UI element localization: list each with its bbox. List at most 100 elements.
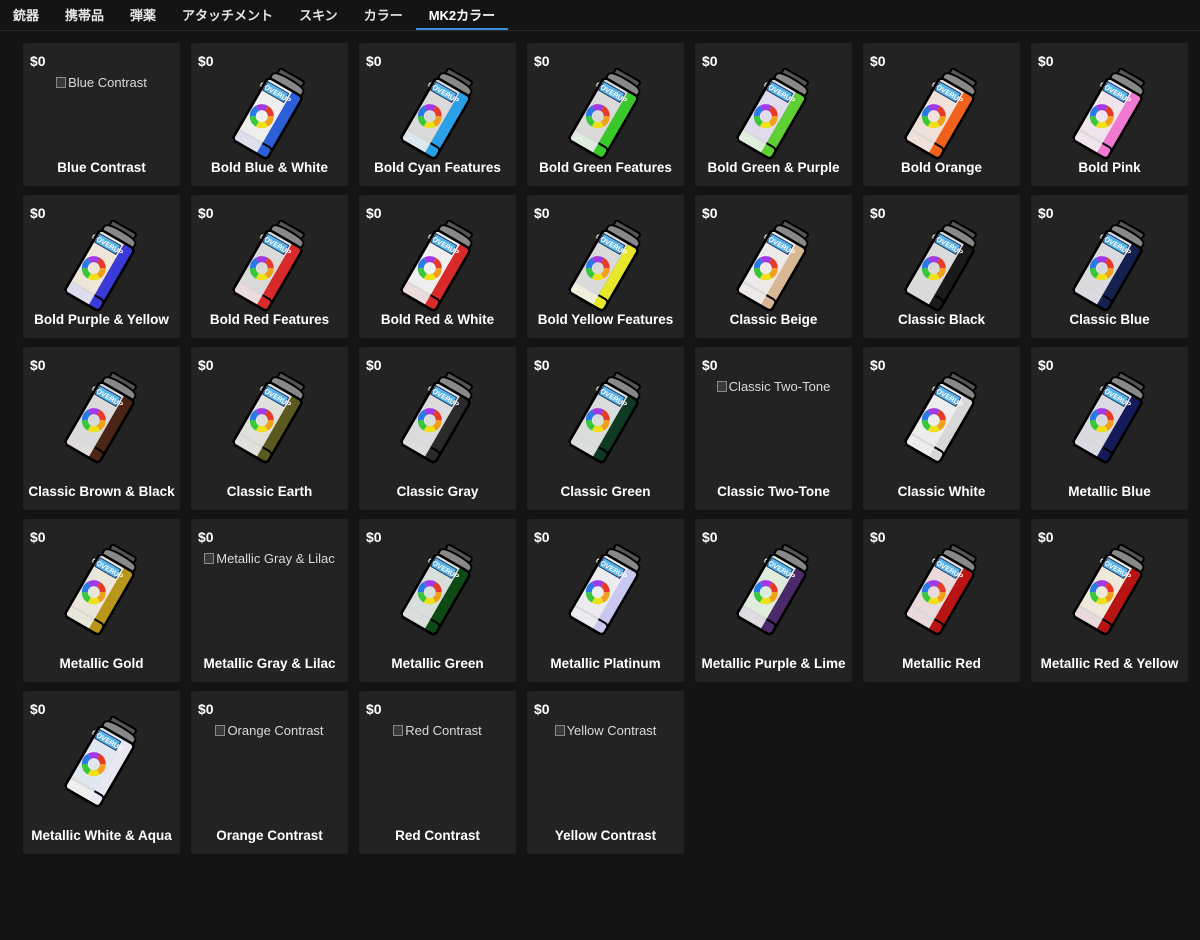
color-item[interactable]: $0 Blue Contrast Blue Contrast — [23, 43, 180, 186]
spray-can-icon: COVERUP — [903, 371, 977, 464]
color-item[interactable]: $0 COVERUP Bold Blue & White — [191, 43, 348, 186]
color-item[interactable]: $0 COVERUP Bold Purple & Yellow — [23, 195, 180, 338]
item-name: Bold Red & White — [380, 312, 495, 327]
item-name: Bold Green & Purple — [707, 160, 840, 175]
item-image: COVERUP — [359, 217, 516, 315]
color-item[interactable]: $0 COVERUP Classic Green — [527, 347, 684, 510]
image-alt-text: Blue Contrast — [68, 75, 147, 90]
color-item[interactable]: $0 COVERUP Metallic White & Aqua — [23, 691, 180, 854]
item-image: COVERUP — [1031, 65, 1188, 163]
color-item[interactable]: $0 COVERUP Metallic Red & Yellow — [1031, 519, 1188, 682]
item-name: Bold Blue & White — [211, 160, 328, 175]
tab-1[interactable]: 携帯品 — [52, 2, 117, 30]
item-name: Bold Yellow Features — [537, 312, 674, 327]
tab-2[interactable]: 弾薬 — [117, 2, 169, 30]
item-image: COVERUP — [695, 217, 852, 315]
color-item[interactable]: $0 COVERUP Bold Yellow Features — [527, 195, 684, 338]
item-image: COVERUP — [695, 65, 852, 163]
item-image: COVERUP — [863, 65, 1020, 163]
broken-image-icon: Blue Contrast — [56, 75, 147, 90]
color-item[interactable]: $0 Yellow Contrast Yellow Contrast — [527, 691, 684, 854]
spray-can-icon: COVERUP — [63, 219, 137, 312]
color-item[interactable]: $0 Orange Contrast Orange Contrast — [191, 691, 348, 854]
item-image: COVERUP — [527, 65, 684, 163]
item-name: Metallic White & Aqua — [31, 828, 172, 843]
color-item[interactable]: $0 COVERUP Classic Brown & Black — [23, 347, 180, 510]
item-image: COVERUP — [1031, 541, 1188, 639]
spray-can-icon: COVERUP — [735, 67, 809, 160]
item-image: COVERUP — [1031, 217, 1188, 315]
color-item[interactable]: $0 COVERUP Metallic Platinum — [527, 519, 684, 682]
item-name: Bold Purple & Yellow — [34, 312, 169, 327]
color-item[interactable]: $0 COVERUP Bold Green Features — [527, 43, 684, 186]
image-alt-text: Metallic Gray & Lilac — [216, 551, 335, 566]
color-item[interactable]: $0 COVERUP Bold Cyan Features — [359, 43, 516, 186]
item-name: Bold Green Features — [539, 160, 672, 175]
tab-4[interactable]: スキン — [286, 2, 351, 30]
tab-3[interactable]: アタッチメント — [169, 2, 286, 30]
item-name: Metallic Gold — [59, 656, 144, 671]
item-image: Blue Contrast — [23, 65, 180, 90]
spray-can-icon: COVERUP — [567, 67, 641, 160]
color-item[interactable]: $0 COVERUP Bold Red Features — [191, 195, 348, 338]
spray-can-icon: COVERUP — [1071, 543, 1145, 636]
item-name: Metallic Blue — [1068, 484, 1151, 499]
color-item[interactable]: $0 COVERUP Metallic Green — [359, 519, 516, 682]
spray-can-icon: COVERUP — [399, 543, 473, 636]
color-item[interactable]: $0 COVERUP Classic Black — [863, 195, 1020, 338]
tab-6[interactable]: MK2カラー — [415, 2, 509, 30]
color-item[interactable]: $0 COVERUP Metallic Blue — [1031, 347, 1188, 510]
item-image: COVERUP — [863, 541, 1020, 639]
item-image: COVERUP — [527, 369, 684, 467]
item-name: Metallic Gray & Lilac — [203, 656, 336, 671]
color-grid: $0 Blue Contrast Blue Contrast $0 COVERUP B… — [23, 43, 1188, 854]
spray-can-icon: COVERUP — [735, 543, 809, 636]
spray-can-icon: COVERUP — [903, 67, 977, 160]
tab-5[interactable]: カラー — [351, 2, 416, 30]
item-name: Classic Earth — [226, 484, 313, 499]
color-item[interactable]: $0 Red Contrast Red Contrast — [359, 691, 516, 854]
spray-can-icon: COVERUP — [231, 67, 305, 160]
image-alt-text: Classic Two-Tone — [728, 379, 831, 394]
tab-0[interactable]: 銃器 — [0, 2, 52, 30]
broken-image-glyph — [393, 725, 404, 736]
color-item[interactable]: $0 COVERUP Classic White — [863, 347, 1020, 510]
color-item[interactable]: $0 COVERUP Bold Orange — [863, 43, 1020, 186]
spray-can-icon: COVERUP — [231, 219, 305, 312]
color-item[interactable]: $0 COVERUP Classic Earth — [191, 347, 348, 510]
item-name: Bold Red Features — [209, 312, 330, 327]
item-image: Metallic Gray & Lilac — [191, 541, 348, 566]
item-image: COVERUP — [23, 713, 180, 811]
item-name: Classic Brown & Black — [28, 484, 175, 499]
color-item[interactable]: $0 COVERUP Metallic Gold — [23, 519, 180, 682]
color-item[interactable]: $0 COVERUP Metallic Purple & Lime — [695, 519, 852, 682]
image-alt-text: Orange Contrast — [227, 723, 324, 738]
spray-can-icon: COVERUP — [63, 371, 137, 464]
spray-can-icon: COVERUP — [231, 371, 305, 464]
item-name: Blue Contrast — [57, 160, 146, 175]
color-item[interactable]: $0 COVERUP Metallic Red — [863, 519, 1020, 682]
color-item[interactable]: $0 Metallic Gray & Lilac Metallic Gray & L… — [191, 519, 348, 682]
item-name: Bold Orange — [900, 160, 982, 175]
image-alt-text: Yellow Contrast — [566, 723, 657, 738]
spray-can-icon: COVERUP — [63, 715, 137, 808]
item-image: Classic Two-Tone — [695, 369, 852, 394]
color-item[interactable]: $0 COVERUP Bold Pink — [1031, 43, 1188, 186]
color-item[interactable]: $0 COVERUP Bold Red & White — [359, 195, 516, 338]
color-item[interactable]: $0 COVERUP Classic Beige — [695, 195, 852, 338]
spray-can-icon: COVERUP — [903, 543, 977, 636]
color-item[interactable]: $0 Classic Two-Tone Classic Two-Tone — [695, 347, 852, 510]
spray-can-icon: COVERUP — [735, 219, 809, 312]
spray-can-icon: COVERUP — [567, 543, 641, 636]
item-image: COVERUP — [359, 541, 516, 639]
item-name: Metallic Green — [391, 656, 484, 671]
color-item[interactable]: $0 COVERUP Classic Gray — [359, 347, 516, 510]
color-item[interactable]: $0 COVERUP Classic Blue — [1031, 195, 1188, 338]
broken-image-glyph — [204, 553, 215, 564]
item-image: COVERUP — [863, 217, 1020, 315]
broken-image-icon: Yellow Contrast — [554, 723, 657, 738]
item-name: Metallic Purple & Lime — [701, 656, 846, 671]
item-image: COVERUP — [695, 541, 852, 639]
item-name: Yellow Contrast — [554, 828, 657, 843]
color-item[interactable]: $0 COVERUP Bold Green & Purple — [695, 43, 852, 186]
